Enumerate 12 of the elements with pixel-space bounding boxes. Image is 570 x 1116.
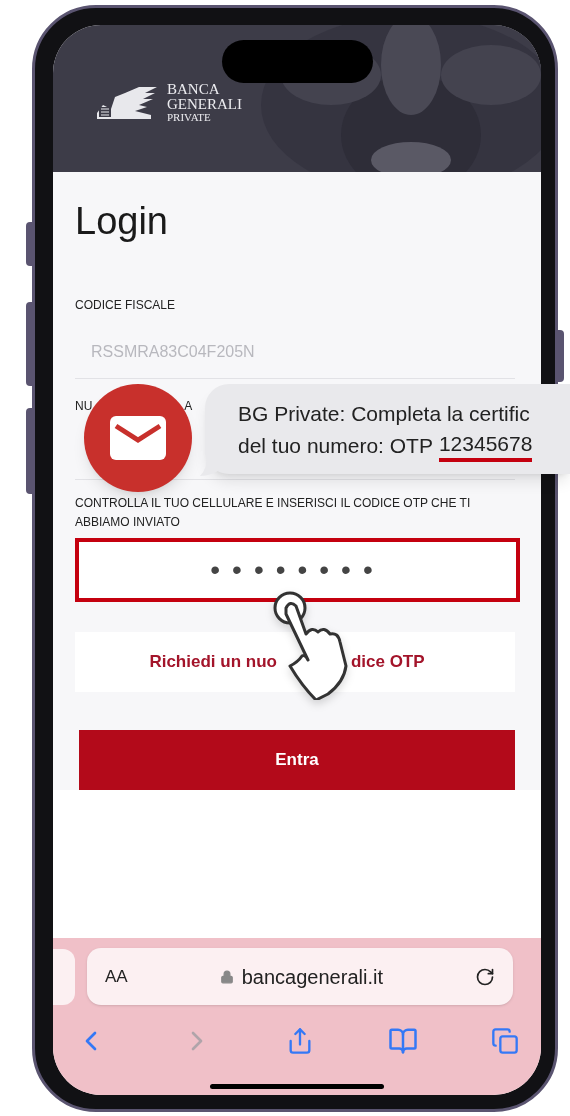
- sms-text: BG Private: Completa la certific: [238, 401, 531, 427]
- sms-text: del tuo numero: OTP: [238, 433, 433, 459]
- logo-text: PRIVATE: [167, 112, 212, 123]
- logo-text: GENERALI: [167, 97, 242, 112]
- field-label: A: [184, 398, 193, 415]
- page-title: Login: [75, 202, 169, 240]
- field-label: NU: [75, 398, 93, 415]
- otp-code: 12345678: [438, 430, 533, 462]
- logo-text: BANCA: [167, 82, 221, 97]
- url-text: bancagenerali.it: [241, 964, 383, 990]
- otp-instruction: CONTROLLA IL TUO CELLULARE E INSERISCI IL CODICE OTP CHE TI ABBIAMO INVIATO: [75, 495, 472, 531]
- field-label: CODICE FISCALE: [75, 297, 176, 314]
